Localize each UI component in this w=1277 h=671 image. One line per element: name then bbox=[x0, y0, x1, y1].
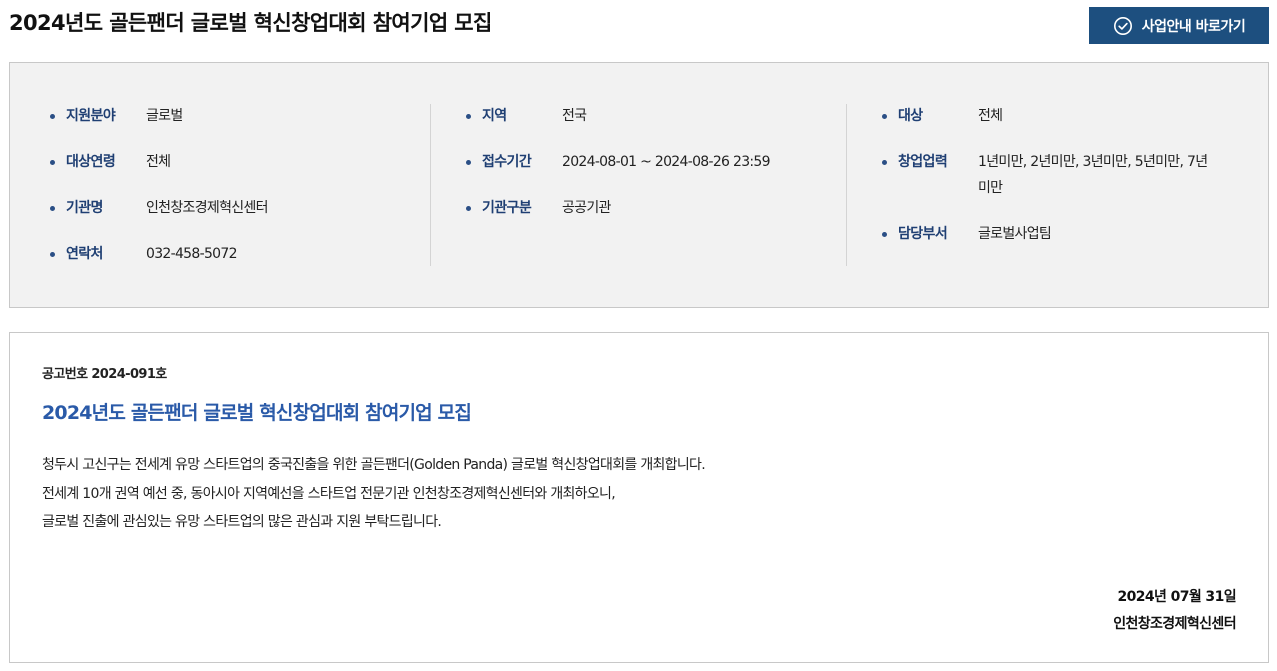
notice-date: 2024년 07월 31일 bbox=[1117, 589, 1236, 605]
notice-paragraph: 글로벌 진출에 관심있는 유망 스타트업의 많은 관심과 지원 부탁드립니다. bbox=[42, 514, 442, 530]
bullet-dot bbox=[466, 206, 471, 211]
info-label: 대상 bbox=[898, 108, 923, 124]
info-value: 2024-08-01 ~ 2024-08-26 23:59 bbox=[562, 154, 771, 170]
info-value: 공공기관 bbox=[562, 200, 611, 216]
info-row-age: 대상연령 전체 bbox=[50, 149, 430, 175]
info-row-department: 담당부서 글로벌사업팀 bbox=[882, 221, 1262, 247]
notice-paragraph: 전세계 10개 권역 예선 중, 동아시아 지역예선을 스타트업 전문기관 인천… bbox=[42, 485, 616, 502]
info-label: 기관명 bbox=[66, 200, 103, 216]
info-value: 글로벌사업팀 bbox=[978, 226, 1052, 242]
info-value: 전체 bbox=[978, 108, 1003, 124]
check-circle-icon bbox=[1113, 16, 1133, 36]
info-value: 글로벌 bbox=[146, 108, 183, 124]
info-label: 창업업력 bbox=[898, 154, 948, 170]
info-row-org-type: 기관구분 공공기관 bbox=[466, 195, 846, 221]
bullet-dot bbox=[50, 114, 55, 119]
info-value: 전체 bbox=[146, 154, 171, 170]
program-info-panel: 지원분야 글로벌 대상연령 전체 기관명 인천창조경제혁신센터 연락처 032-… bbox=[9, 62, 1269, 308]
info-row-target: 대상 전체 bbox=[882, 103, 1262, 129]
bullet-dot bbox=[50, 206, 55, 211]
column-divider bbox=[430, 104, 431, 266]
notice-signature: 2024년 07월 31일 인천창조경제혁신센터 bbox=[1113, 584, 1236, 638]
column-divider bbox=[846, 104, 847, 266]
info-label: 담당부서 bbox=[898, 226, 948, 242]
info-label: 지역 bbox=[482, 108, 507, 124]
info-value: 1년미만, 2년미만, 3년미만, 5년미만, 7년미만 bbox=[978, 154, 1208, 196]
info-row-business-years: 창업업력 1년미만, 2년미만, 3년미만, 5년미만, 7년미만 bbox=[882, 149, 1262, 201]
page-title: 2024년도 골든팬더 글로벌 혁신창업대회 참여기업 모집 bbox=[9, 11, 492, 35]
notice-body: 청두시 고신구는 전세계 유망 스타트업의 중국진출을 위한 골든팬더(Gold… bbox=[42, 451, 1222, 537]
info-value: 전국 bbox=[562, 108, 587, 124]
info-label: 연락처 bbox=[66, 246, 103, 262]
info-label: 접수기간 bbox=[482, 154, 532, 170]
info-label: 대상연령 bbox=[66, 154, 116, 170]
info-row-field: 지원분야 글로벌 bbox=[50, 103, 430, 129]
bullet-dot bbox=[466, 114, 471, 119]
info-row-organization: 기관명 인천창조경제혁신센터 bbox=[50, 195, 430, 221]
bullet-dot bbox=[50, 160, 55, 165]
bullet-dot bbox=[882, 232, 887, 237]
info-column-1: 지원분야 글로벌 대상연령 전체 기관명 인천창조경제혁신센터 연락처 032-… bbox=[50, 103, 430, 287]
notice-issuer: 인천창조경제혁신센터 bbox=[1113, 616, 1236, 632]
business-guide-label: 사업안내 바로가기 bbox=[1141, 18, 1246, 35]
info-label: 지원분야 bbox=[66, 108, 116, 124]
info-value: 인천창조경제혁신센터 bbox=[146, 200, 269, 216]
business-guide-button[interactable]: 사업안내 바로가기 bbox=[1089, 7, 1269, 44]
info-row-region: 지역 전국 bbox=[466, 103, 846, 129]
info-value: 032-458-5072 bbox=[146, 246, 237, 262]
info-label: 기관구분 bbox=[482, 200, 532, 216]
info-column-2: 지역 전국 접수기간 2024-08-01 ~ 2024-08-26 23:59… bbox=[466, 103, 846, 241]
bullet-dot bbox=[882, 160, 887, 165]
info-row-period: 접수기간 2024-08-01 ~ 2024-08-26 23:59 bbox=[466, 149, 846, 175]
notice-paragraph: 청두시 고신구는 전세계 유망 스타트업의 중국진출을 위한 골든팬더(Gold… bbox=[42, 457, 706, 473]
bullet-dot bbox=[50, 252, 55, 257]
bullet-dot bbox=[466, 160, 471, 165]
notice-title: 2024년도 골든팬더 글로벌 혁신창업대회 참여기업 모집 bbox=[42, 402, 472, 424]
notice-number: 공고번호 2024-091호 bbox=[42, 367, 167, 382]
notice-content: 공고번호 2024-091호 2024년도 골든팬더 글로벌 혁신창업대회 참여… bbox=[9, 332, 1269, 663]
info-row-contact: 연락처 032-458-5072 bbox=[50, 241, 430, 267]
info-column-3: 대상 전체 창업업력 1년미만, 2년미만, 3년미만, 5년미만, 7년미만 … bbox=[882, 103, 1262, 267]
bullet-dot bbox=[882, 114, 887, 119]
